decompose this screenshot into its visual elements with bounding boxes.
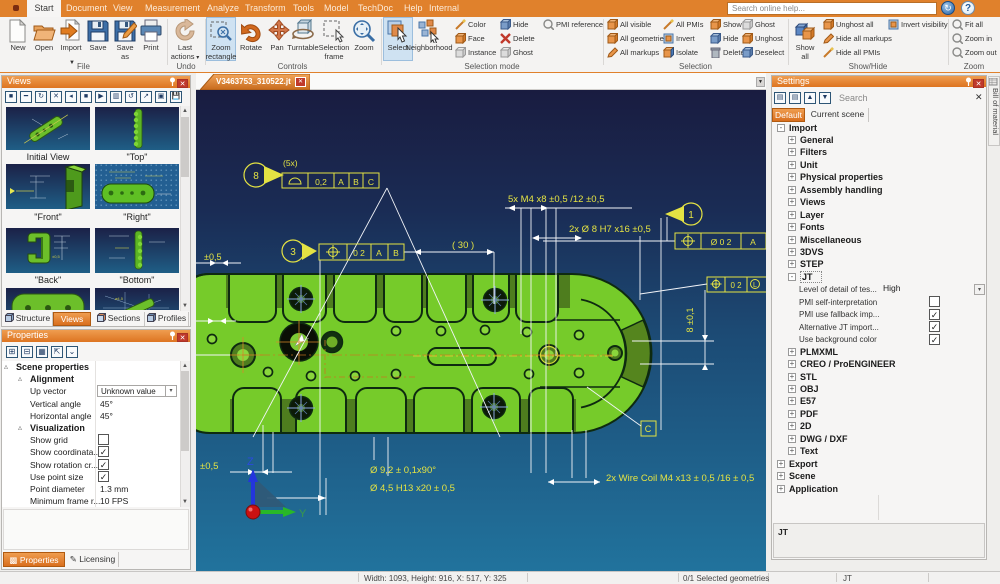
- svg-text:A: A: [338, 177, 344, 187]
- svg-text:C: C: [645, 424, 652, 434]
- svg-text:Y: Y: [299, 508, 307, 520]
- svg-text:5x M4 x8 ±0,5 /12 ±0,5: 5x M4 x8 ±0,5 /12 ±0,5: [508, 194, 605, 205]
- svg-text:A: A: [750, 237, 756, 247]
- svg-text:1: 1: [688, 210, 694, 221]
- svg-text:Z: Z: [247, 456, 254, 468]
- svg-text:Ø 0 2: Ø 0 2: [711, 237, 732, 247]
- svg-text:±0,5: ±0,5: [52, 254, 61, 259]
- svg-text:0 2: 0 2: [353, 248, 365, 258]
- svg-text:3: 3: [290, 247, 296, 258]
- svg-text:0 2: 0 2: [730, 281, 742, 290]
- svg-text:B: B: [393, 248, 399, 258]
- svg-text:0,2: 0,2: [315, 177, 327, 187]
- svg-text:( 30 ): ( 30 ): [452, 240, 474, 251]
- svg-text:A: A: [376, 248, 382, 258]
- svg-text:2x Wire Coil M4 x13 ± 0,5: 2x Wire Coil M4 x13 ± 0,5 /16 ± 0,5: [606, 473, 754, 484]
- svg-text:8 ±0,1: 8 ±0,1: [685, 308, 695, 333]
- svg-text:±0,5: ±0,5: [200, 461, 218, 472]
- svg-text:⌀4,5: ⌀4,5: [115, 296, 124, 301]
- svg-text:C: C: [368, 177, 374, 187]
- svg-text:8: 8: [253, 171, 259, 182]
- svg-text:(5x): (5x): [283, 158, 298, 168]
- svg-text:B: B: [353, 177, 359, 187]
- svg-text:±0,5: ±0,5: [204, 252, 221, 262]
- svg-text:L: L: [753, 282, 757, 289]
- svg-text:2x Ø 8 H7 x16 ±0,5: 2x Ø 8 H7 x16 ±0,5: [569, 224, 651, 235]
- svg-text:Ø 9,2 ± 0,1x90°: Ø 9,2 ± 0,1x90°: [370, 465, 436, 476]
- svg-text:Ø 4,5 H13 x20 ± 0,5: Ø 4,5 H13 x20 ± 0,5: [370, 483, 455, 494]
